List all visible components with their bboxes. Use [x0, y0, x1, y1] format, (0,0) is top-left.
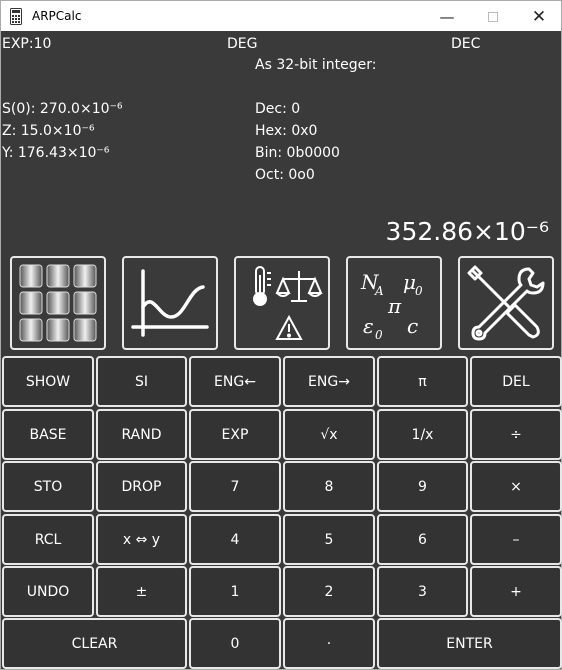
integer-dec: Dec: 0: [255, 101, 301, 117]
rand-key[interactable]: RAND: [96, 409, 187, 460]
physical-constants-icon: N A μ 0 π ε 0 c: [360, 270, 423, 342]
si-key[interactable]: SI: [96, 356, 187, 407]
eng-left-key[interactable]: ENG←: [189, 356, 281, 407]
graph-button[interactable]: [122, 256, 218, 350]
title-bar: ARPCalc — ✕: [0, 0, 562, 31]
rcl-key[interactable]: RCL: [2, 514, 94, 565]
calculator-app-icon: [10, 8, 22, 25]
constant-label: 0: [415, 284, 423, 298]
stack-s0: S(0): 270.0×10⁻⁶: [2, 101, 123, 117]
sqrt-key[interactable]: √x: [283, 409, 375, 460]
base-key[interactable]: BASE: [2, 409, 94, 460]
divide-key[interactable]: ÷: [470, 409, 562, 460]
tools-settings-icon: [467, 265, 545, 341]
constant-label: 0: [375, 328, 383, 342]
mode-button-row: N A μ 0 π ε 0 c: [0, 250, 562, 354]
constant-label: c: [407, 314, 418, 338]
add-key[interactable]: +: [470, 566, 562, 617]
exp-key[interactable]: EXP: [189, 409, 281, 460]
exp-mode-indicator: EXP:10: [2, 36, 52, 52]
integer-view-heading: As 32-bit integer:: [255, 57, 377, 73]
constant-label: π: [387, 294, 402, 318]
show-key[interactable]: SHOW: [2, 356, 94, 407]
units-button[interactable]: [234, 256, 330, 350]
units-conversion-icon: [253, 266, 323, 340]
digit-6-key[interactable]: 6: [377, 514, 468, 565]
base-mode-indicator: DEC: [451, 36, 481, 52]
stack-y: Y: 176.43×10⁻⁶: [2, 145, 110, 161]
digit-3-key[interactable]: 3: [377, 566, 468, 617]
window-title: ARPCalc: [32, 9, 82, 23]
maximize-button[interactable]: [470, 1, 516, 32]
eng-right-key[interactable]: ENG→: [283, 356, 375, 407]
matrix-grid-icon: [19, 264, 97, 342]
integer-bin: Bin: 0b0000: [255, 145, 340, 161]
maximize-icon: [488, 11, 498, 22]
reciprocal-key[interactable]: 1/x: [377, 409, 468, 460]
digit-0-key[interactable]: 0: [189, 618, 281, 669]
delete-key[interactable]: DEL: [470, 356, 562, 407]
stack-z: Z: 15.0×10⁻⁶: [2, 123, 95, 139]
clear-key[interactable]: CLEAR: [2, 618, 187, 669]
digit-5-key[interactable]: 5: [283, 514, 375, 565]
integer-hex: Hex: 0x0: [255, 123, 318, 139]
constant-label: A: [374, 284, 384, 298]
minimize-icon: —: [439, 7, 455, 26]
matrix-button[interactable]: [10, 256, 106, 350]
calculator-display: EXP:10 DEG DEC As 32-bit integer: S(0): …: [0, 31, 562, 250]
drop-key[interactable]: DROP: [96, 461, 187, 512]
digit-1-key[interactable]: 1: [189, 566, 281, 617]
multiply-key[interactable]: ×: [470, 461, 562, 512]
integer-oct: Oct: 0o0: [255, 167, 315, 183]
tools-button[interactable]: [458, 256, 554, 350]
digit-7-key[interactable]: 7: [189, 461, 281, 512]
swap-xy-key[interactable]: x ⇔ y: [96, 514, 187, 565]
sto-key[interactable]: STO: [2, 461, 94, 512]
digit-2-key[interactable]: 2: [283, 566, 375, 617]
plus-minus-key[interactable]: ±: [96, 566, 187, 617]
digit-9-key[interactable]: 9: [377, 461, 468, 512]
keypad: SHOW SI ENG← ENG→ π DEL BASE RAND EXP √x…: [0, 354, 562, 670]
pi-key[interactable]: π: [377, 356, 468, 407]
constant-label: ε: [363, 314, 374, 338]
undo-key[interactable]: UNDO: [2, 566, 94, 617]
close-icon: ✕: [531, 6, 547, 27]
digit-4-key[interactable]: 4: [189, 514, 281, 565]
function-plot-icon: [131, 269, 209, 337]
digit-8-key[interactable]: 8: [283, 461, 375, 512]
angle-mode-indicator: DEG: [227, 36, 258, 52]
enter-key[interactable]: ENTER: [377, 618, 562, 669]
stack-x-value: 352.86×10⁻⁶: [385, 217, 549, 246]
decimal-point-key[interactable]: ·: [283, 618, 375, 669]
close-button[interactable]: ✕: [516, 1, 562, 32]
minimize-button[interactable]: —: [424, 1, 470, 32]
constants-button[interactable]: N A μ 0 π ε 0 c: [346, 256, 442, 350]
subtract-key[interactable]: –: [470, 514, 562, 565]
